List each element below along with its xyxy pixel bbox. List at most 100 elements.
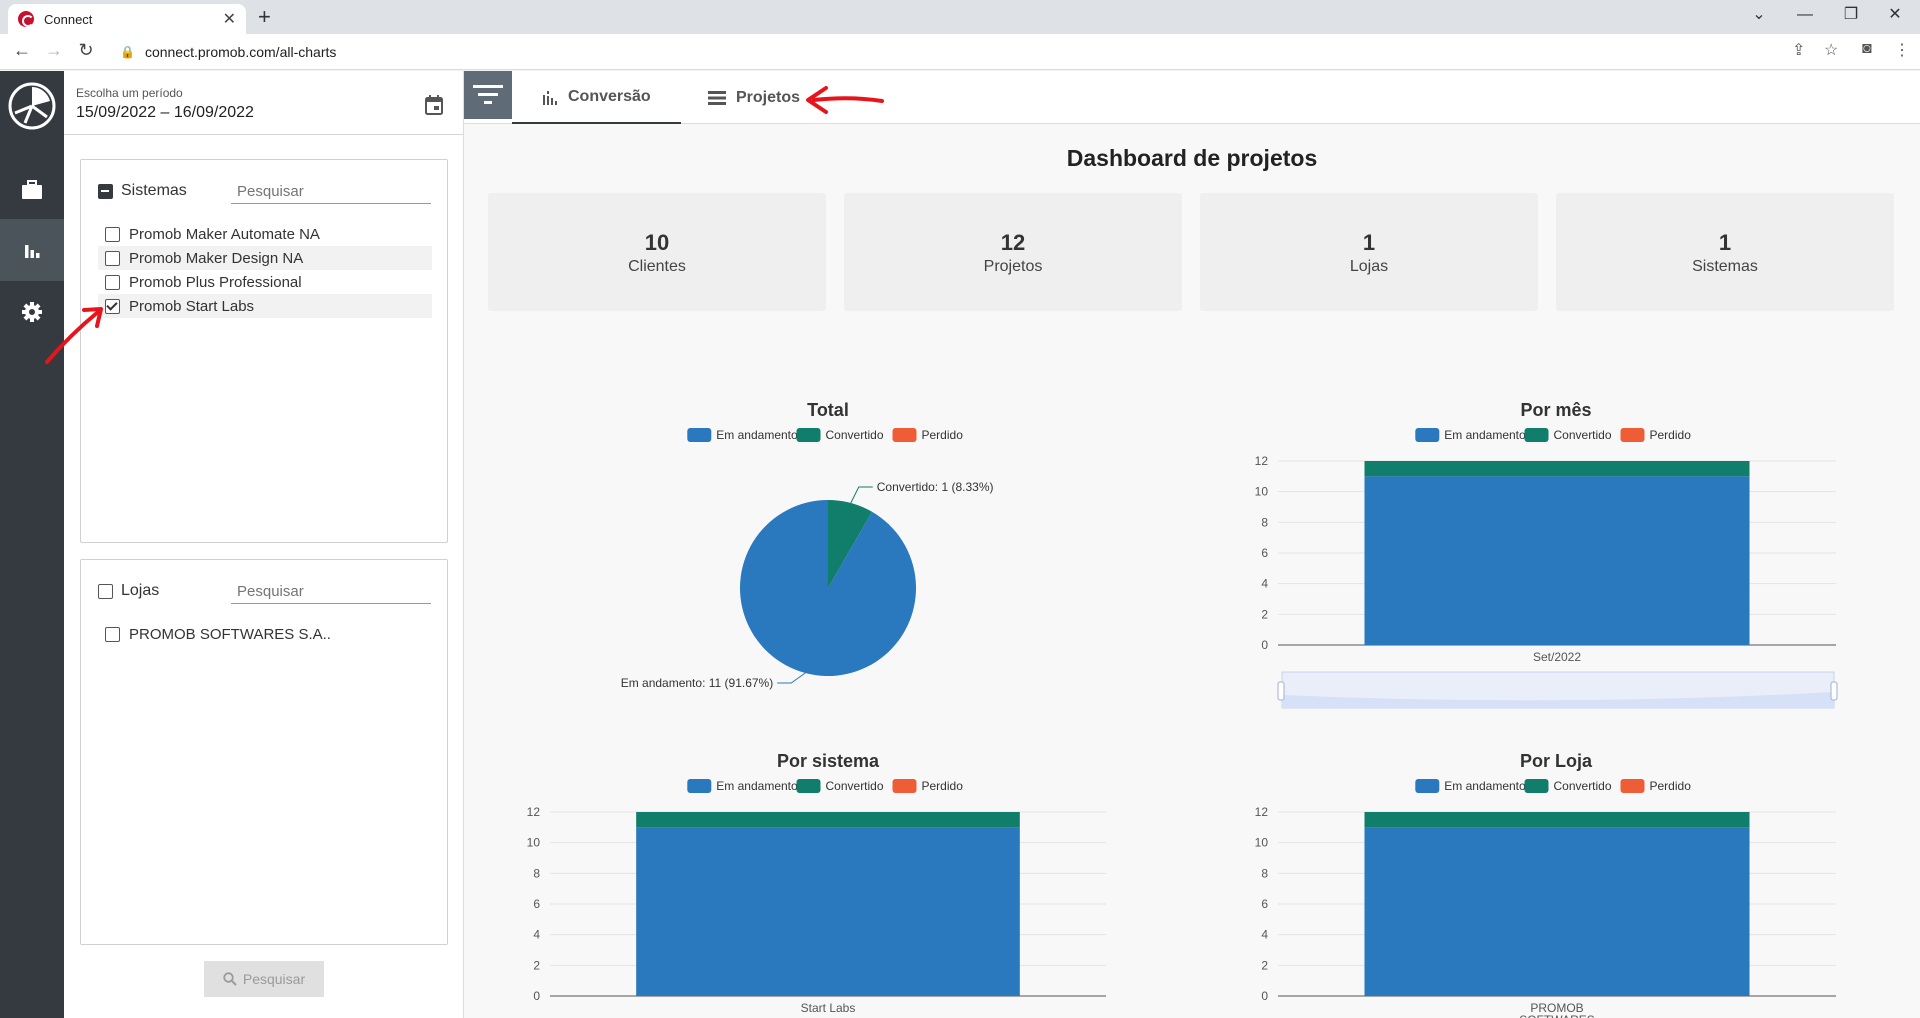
x-tick-label: Set/2022: [1533, 650, 1581, 664]
sistema-checkbox[interactable]: [105, 274, 120, 290]
app: Escolha um período 15/09/2022 – 16/09/20…: [0, 71, 1920, 1018]
legend-swatch: [1415, 779, 1440, 793]
url-field[interactable]: 🔒 connect.promob.com/all-charts: [108, 38, 1888, 66]
loja-option[interactable]: PROMOB SOFTWARES S.A..: [98, 622, 432, 646]
restore-icon[interactable]: ❐: [1828, 2, 1874, 28]
loja-checkbox[interactable]: [105, 626, 120, 642]
stat-label: Sistemas: [1692, 258, 1758, 275]
close-window-icon[interactable]: ✕: [1872, 2, 1918, 28]
tab-title: Connect: [44, 11, 93, 27]
minimize-icon[interactable]: —: [1782, 2, 1828, 28]
conversion-chart-icon: [543, 90, 557, 105]
sistemas-filter-box: Sistemas Promob Maker Automate NA Promob…: [80, 159, 448, 543]
y-tick-label: 6: [1261, 897, 1268, 911]
filter-sidebar: Escolha um período 15/09/2022 – 16/09/20…: [64, 71, 464, 1018]
forward-icon[interactable]: →: [42, 40, 66, 61]
new-tab-icon[interactable]: +: [258, 4, 271, 30]
y-tick-label: 10: [527, 836, 541, 850]
sistema-checkbox[interactable]: [105, 250, 120, 266]
search-icon: [223, 972, 237, 986]
filter-toggle-button[interactable]: [464, 71, 512, 119]
sistema-option[interactable]: Promob Start Labs: [98, 294, 432, 318]
tab-search-icon[interactable]: ⌄: [1736, 2, 1782, 28]
period-picker[interactable]: Escolha um período 15/09/2022 – 16/09/20…: [64, 71, 463, 135]
browser-menu-icon[interactable]: ⋮: [1894, 40, 1910, 60]
stat-value: 10: [644, 230, 670, 255]
tab-conversao[interactable]: Conversão: [512, 71, 681, 124]
back-icon[interactable]: ←: [10, 40, 34, 61]
pie-data-label: Em andamento: 11 (91.67%): [621, 676, 774, 690]
nav-rail: [0, 71, 64, 1018]
pie-slice: [740, 500, 917, 676]
lojas-filter-box: Lojas PROMOB SOFTWARES S.A..: [80, 559, 448, 945]
connect-logo-icon[interactable]: [7, 81, 57, 131]
legend-swatch: [1620, 779, 1645, 793]
legend-swatch: [892, 428, 917, 442]
x-tick-label: Start Labs: [801, 1001, 856, 1015]
chart-title: Total: [807, 400, 849, 420]
chart-title: Por Loja: [1520, 751, 1593, 771]
y-tick-label: 2: [1261, 958, 1268, 972]
stat-label: Lojas: [1349, 258, 1389, 275]
bar-segment: [636, 812, 1020, 828]
tab-projetos-label: Projetos: [736, 88, 801, 106]
y-tick-label: 4: [533, 928, 540, 942]
gear-icon: [22, 302, 42, 322]
bar-segment: [1364, 812, 1750, 828]
address-bar: ← → ↻ 🔒 connect.promob.com/all-charts ⇪ …: [0, 34, 1920, 70]
tab-close-icon[interactable]: ✕: [223, 9, 236, 29]
legend-label: Convertido: [826, 428, 884, 442]
sistema-checkbox[interactable]: [105, 226, 120, 242]
sistemas-search-input[interactable]: [231, 180, 431, 204]
camera-icon[interactable]: ◙: [1862, 40, 1872, 58]
zoom-handle-right: [1830, 681, 1838, 701]
rail-projects-button[interactable]: [0, 159, 64, 221]
legend-swatch: [796, 779, 821, 793]
y-tick-label: 6: [533, 897, 540, 911]
legend-label: Em andamento: [1444, 428, 1526, 442]
browser-tab[interactable]: Connect ✕: [8, 4, 246, 34]
y-tick-label: 0: [1261, 638, 1268, 652]
bookmark-star-icon[interactable]: ☆: [1824, 40, 1838, 60]
sistema-option-label: Promob Maker Automate NA: [129, 225, 320, 243]
stat-card-projetos: 12 Projetos: [844, 193, 1182, 311]
lojas-select-all-checkbox[interactable]: [98, 584, 113, 599]
calendar-icon[interactable]: [425, 95, 443, 115]
stat-card-sistemas: 1 Sistemas: [1556, 193, 1894, 311]
legend-label: Perdido: [922, 779, 964, 793]
legend-swatch: [1524, 428, 1549, 442]
y-tick-label: 4: [1261, 577, 1268, 591]
legend-swatch: [796, 428, 821, 442]
y-tick-label: 2: [533, 958, 540, 972]
bar-chart-icon: [25, 245, 40, 258]
filter-lines-icon: [473, 85, 503, 104]
sistema-option[interactable]: Promob Plus Professional: [98, 270, 432, 294]
y-tick-label: 12: [527, 805, 541, 819]
tab-projetos[interactable]: Projetos: [678, 71, 830, 124]
dashboard-title: Dashboard de projetos: [1066, 145, 1318, 171]
period-value[interactable]: 15/09/2022 – 16/09/2022: [76, 104, 451, 122]
search-button[interactable]: Pesquisar: [204, 961, 324, 997]
rail-settings-button[interactable]: [0, 281, 64, 343]
y-tick-label: 0: [1261, 989, 1268, 1003]
lojas-search-input[interactable]: [231, 580, 431, 604]
legend-label: Perdido: [1650, 779, 1692, 793]
sistema-option[interactable]: Promob Maker Design NA: [98, 246, 432, 270]
legend-label: Perdido: [922, 428, 964, 442]
sistema-option[interactable]: Promob Maker Automate NA: [98, 222, 432, 246]
sistemas-select-all-checkbox[interactable]: [98, 184, 113, 199]
period-label: Escolha um período: [76, 86, 183, 100]
bar-segment: [1364, 476, 1750, 645]
loja-option-label: PROMOB SOFTWARES S.A..: [129, 625, 331, 643]
share-icon[interactable]: ⇪: [1792, 40, 1805, 60]
stat-card-lojas: 1 Lojas: [1200, 193, 1538, 311]
legend-swatch: [687, 779, 712, 793]
sistema-checkbox[interactable]: [105, 298, 120, 314]
reload-icon[interactable]: ↻: [74, 40, 98, 61]
rail-charts-button[interactable]: [0, 219, 64, 281]
dashboard-topbar: Conversão Projetos: [464, 71, 1920, 124]
legend-swatch: [892, 779, 917, 793]
list-icon: [708, 90, 726, 105]
url-text: connect.promob.com/all-charts: [144, 44, 337, 60]
sistema-option-label: Promob Start Labs: [129, 297, 255, 315]
